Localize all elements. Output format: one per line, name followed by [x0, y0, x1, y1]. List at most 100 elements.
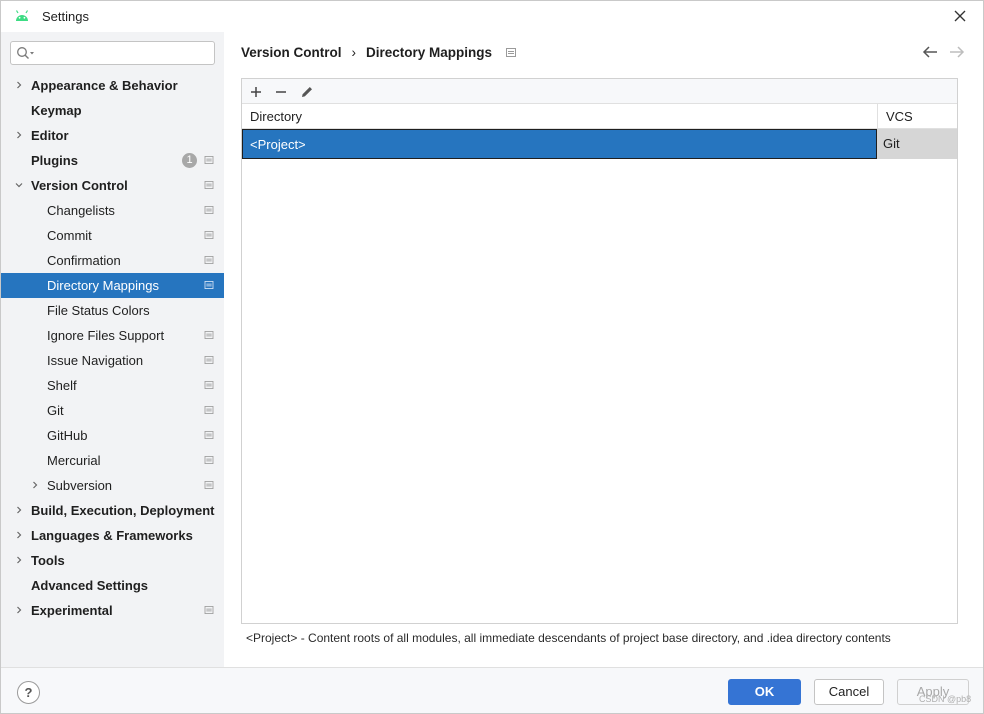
project-config-icon — [204, 181, 214, 189]
forward-button[interactable] — [949, 45, 965, 62]
close-icon[interactable] — [954, 10, 966, 22]
sidebar-item-experimental[interactable]: Experimental — [1, 598, 224, 623]
content-pane: Version Control › Directory Mappings Dir… — [224, 32, 983, 667]
table-header: Directory VCS — [242, 104, 957, 129]
help-button[interactable]: ? — [17, 681, 40, 704]
cell-directory[interactable]: <Project> — [242, 129, 877, 159]
title-bar: Settings — [1, 1, 983, 32]
sidebar-item-label: Commit — [47, 228, 92, 243]
chevron-right-icon[interactable] — [15, 81, 23, 89]
project-config-icon — [204, 406, 214, 414]
chevron-right-icon[interactable] — [31, 481, 39, 489]
project-config-icon — [204, 256, 214, 264]
dialog-buttons-bar: ? OK Cancel Apply CSDN @pb8 — [1, 667, 983, 713]
sidebar-item-label: Editor — [31, 128, 69, 143]
sidebar-item-label: Experimental — [31, 603, 113, 618]
add-mapping-button[interactable] — [247, 83, 265, 101]
project-config-icon — [204, 331, 214, 339]
sidebar-item-build-execution-deployment[interactable]: Build, Execution, Deployment — [1, 498, 224, 523]
breadcrumb: Version Control › Directory Mappings — [241, 45, 517, 60]
ok-button[interactable]: OK — [728, 679, 801, 705]
breadcrumb-parent[interactable]: Version Control — [241, 45, 342, 60]
project-config-icon — [204, 481, 214, 489]
settings-sidebar: Appearance & Behavior Keymap Editor Plugins… — [1, 32, 224, 667]
remove-mapping-button[interactable] — [272, 83, 290, 101]
project-config-icon — [204, 206, 214, 214]
sidebar-item-label: File Status Colors — [47, 303, 150, 318]
update-count-badge: 1 — [182, 153, 197, 168]
settings-window: Settings Appearance & Behavior Keymap Edit… — [0, 0, 984, 714]
sidebar-item-label: Ignore Files Support — [47, 328, 165, 343]
project-config-icon — [204, 456, 214, 464]
chevron-right-icon[interactable] — [15, 556, 23, 564]
sidebar-item-mercurial[interactable]: Mercurial — [1, 448, 224, 473]
project-config-icon — [204, 606, 214, 614]
sidebar-item-languages-frameworks[interactable]: Languages & Frameworks — [1, 523, 224, 548]
arrow-left-icon[interactable] — [922, 45, 938, 59]
chevron-right-icon[interactable] — [15, 131, 23, 139]
chevron-right-icon[interactable] — [15, 531, 23, 539]
sidebar-item-label: Confirmation — [47, 253, 121, 268]
sidebar-item-appearance-behavior[interactable]: Appearance & Behavior — [1, 73, 224, 98]
arrow-right-icon[interactable] — [949, 45, 965, 59]
watermark: CSDN @pb8 — [919, 694, 972, 704]
project-config-icon — [204, 231, 214, 239]
sidebar-item-issue-navigation[interactable]: Issue Navigation — [1, 348, 224, 373]
sidebar-item-changelists[interactable]: Changelists — [1, 198, 224, 223]
project-config-icon — [506, 48, 517, 57]
column-header-directory[interactable]: Directory — [242, 104, 302, 129]
sidebar-item-label: Subversion — [47, 478, 113, 493]
sidebar-item-label: Git — [47, 403, 64, 418]
android-icon — [15, 10, 29, 21]
sidebar-item-keymap[interactable]: Keymap — [1, 98, 224, 123]
sidebar-item-advanced-settings[interactable]: Advanced Settings — [1, 573, 224, 598]
project-config-icon — [204, 381, 214, 389]
sidebar-item-subversion[interactable]: Subversion — [1, 473, 224, 498]
window-title: Settings — [42, 9, 89, 24]
search-input[interactable] — [10, 41, 215, 65]
breadcrumb-separator: › — [351, 45, 357, 60]
table-row[interactable]: <Project> Git — [242, 129, 957, 159]
sidebar-item-label: GitHub — [47, 428, 88, 443]
edit-mapping-button[interactable] — [298, 83, 316, 101]
sidebar-item-label: Directory Mappings — [47, 278, 159, 293]
sidebar-item-version-control[interactable]: Version Control — [1, 173, 224, 198]
sidebar-item-file-status-colors[interactable]: File Status Colors — [1, 298, 224, 323]
sidebar-item-directory-mappings[interactable]: Directory Mappings — [1, 273, 224, 298]
column-header-vcs[interactable]: VCS — [877, 104, 957, 129]
chevron-right-icon[interactable] — [15, 606, 23, 614]
project-config-icon — [204, 431, 214, 439]
sidebar-item-commit[interactable]: Commit — [1, 223, 224, 248]
sidebar-item-shelf[interactable]: Shelf — [1, 373, 224, 398]
settings-tree: Appearance & Behavior Keymap Editor Plugins… — [1, 73, 224, 623]
sidebar-item-label: Advanced Settings — [31, 578, 149, 593]
cell-vcs[interactable]: Git — [877, 129, 957, 159]
sidebar-item-ignore-files-support[interactable]: Ignore Files Support — [1, 323, 224, 348]
sidebar-item-github[interactable]: GitHub — [1, 423, 224, 448]
pencil-icon[interactable] — [300, 85, 314, 99]
mappings-toolbar — [242, 79, 957, 104]
sidebar-item-tools[interactable]: Tools — [1, 548, 224, 573]
sidebar-item-label: Build, Execution, Deployment — [31, 503, 215, 518]
sidebar-item-confirmation[interactable]: Confirmation — [1, 248, 224, 273]
plus-icon[interactable] — [250, 86, 262, 98]
sidebar-item-editor[interactable]: Editor — [1, 123, 224, 148]
sidebar-item-label: Appearance & Behavior — [31, 78, 178, 93]
sidebar-item-label: Version Control — [31, 178, 128, 193]
chevron-right-icon[interactable] — [15, 506, 23, 514]
project-config-icon — [204, 281, 214, 289]
chevron-down-icon[interactable] — [15, 181, 23, 189]
sidebar-item-label: Tools — [31, 553, 65, 568]
cancel-button[interactable]: Cancel — [814, 679, 884, 705]
back-button[interactable] — [922, 45, 938, 62]
minus-icon[interactable] — [275, 86, 287, 98]
close-button[interactable] — [949, 6, 971, 26]
sidebar-item-label: Plugins — [31, 153, 78, 168]
sidebar-item-label: Issue Navigation — [47, 353, 144, 368]
project-footnote: <Project> - Content roots of all modules… — [246, 631, 891, 645]
sidebar-item-plugins[interactable]: Plugins 1 — [1, 148, 224, 173]
sidebar-item-git[interactable]: Git — [1, 398, 224, 423]
project-config-icon — [204, 156, 214, 164]
breadcrumb-current: Directory Mappings — [366, 45, 493, 60]
project-config-icon — [204, 356, 214, 364]
